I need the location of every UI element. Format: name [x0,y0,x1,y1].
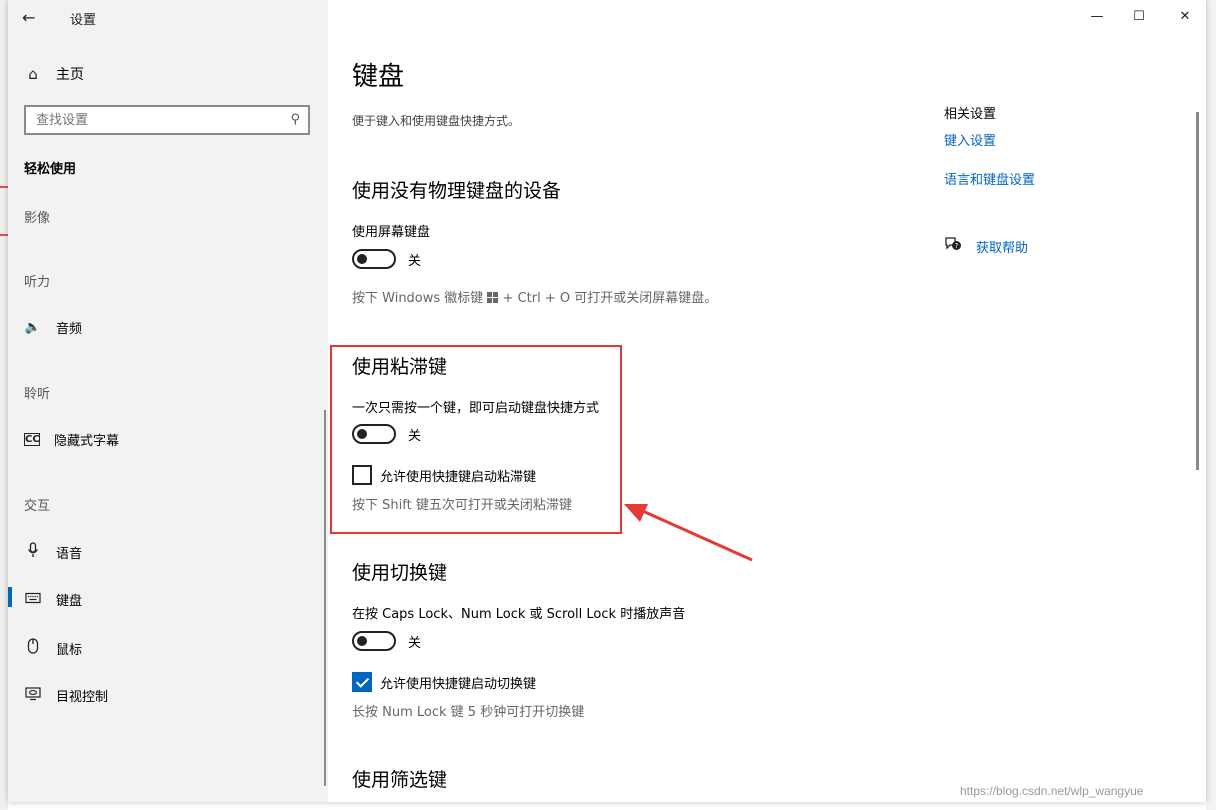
app-title: 设置 [70,13,97,28]
background-app-strip-right [1206,0,1216,810]
sidebar-item-mouse[interactable]: 鼠标 [24,638,82,658]
toggle-state: 关 [408,253,422,269]
get-help-link[interactable]: 获取帮助 [976,237,1028,256]
sticky-hint: 按下 Shift 键五次可打开或关闭粘滞键 [352,498,572,513]
closed-captions-icon: CC [24,433,40,446]
osk-toggle-row: 关 [352,249,421,269]
sidebar-item-label: 音频 [56,322,83,337]
sidebar-item-label: 键盘 [56,594,83,609]
osk-hint: 按下 Windows 徽标键 + Ctrl + O 可打开或关闭屏幕键盘。 [352,287,717,306]
toggle-knob [357,254,367,264]
sticky-shortcut-row: 允许使用快捷键启动粘滞键 [352,465,536,485]
help-chat-icon: ? [944,236,962,256]
related-title: 相关设置 [944,107,997,122]
togglekeys-heading: 使用切换键 [352,562,448,584]
search-input[interactable] [26,107,276,133]
page-description: 便于键入和使用键盘快捷方式。 [352,114,521,128]
home-icon: ⌂ [28,65,38,83]
togglekeys-shortcut-row: 允许使用快捷键启动切换键 [352,672,536,692]
checkbox-label: 允许使用快捷键启动切换键 [380,676,537,692]
group-label-vision: 影像 [24,211,51,226]
sticky-heading: 使用粘滞键 [352,356,448,378]
link-typing-settings[interactable]: 键入设置 [944,130,996,149]
toggle-state: 关 [408,428,422,444]
sticky-toggle[interactable] [352,424,396,444]
togglekeys-label: 在按 Caps Lock、Num Lock 或 Scroll Lock 时播放声… [352,607,686,622]
main-content: 键盘 便于键入和使用键盘快捷方式。 使用没有物理键盘的设备 使用屏幕键盘 关 按… [328,0,1206,802]
eye-control-icon [24,686,42,705]
toggle-knob [357,636,367,646]
togglekeys-hint: 长按 Num Lock 键 5 秒钟可打开切换键 [352,705,585,720]
filterkeys-heading: 使用筛选键 [352,769,448,791]
toggle-state: 关 [408,635,422,651]
sidebar-scrollbar[interactable] [324,410,326,786]
main-scrollbar[interactable] [1196,112,1199,470]
microphone-icon [24,542,42,562]
osk-label: 使用屏幕键盘 [352,225,431,240]
sidebar: ← 设置 ⌂ 主页 ⚲ 轻松使用 影像 听力 🔈 音频 聆听 CC 隐藏式字幕 … [8,0,328,802]
checkbox-label: 允许使用快捷键启动粘滞键 [380,469,537,485]
selected-indicator [8,587,12,607]
sidebar-item-keyboard[interactable]: 键盘 [24,590,82,609]
sidebar-item-label: 语音 [56,546,83,562]
speaker-icon: 🔈 [24,320,42,335]
search-icon[interactable]: ⚲ [290,112,300,127]
sidebar-item-label: 主页 [56,67,84,83]
group-label-listen: 聆听 [24,387,51,402]
sidebar-item-home[interactable]: ⌂ 主页 [24,64,84,84]
mouse-icon [24,638,42,658]
sidebar-item-captions[interactable]: CC 隐藏式字幕 [24,430,119,449]
link-language-keyboard-settings[interactable]: 语言和键盘设置 [944,169,1035,188]
togglekeys-toggle[interactable] [352,631,396,651]
settings-window: ← 设置 ⌂ 主页 ⚲ 轻松使用 影像 听力 🔈 音频 聆听 CC 隐藏式字幕 … [8,0,1206,802]
get-help-row[interactable]: ? 获取帮助 [944,236,1028,256]
search-box[interactable]: ⚲ [24,105,310,135]
toggle-knob [357,429,367,439]
svg-text:?: ? [955,242,959,250]
background-mark [0,186,8,188]
background-app-strip [0,0,8,810]
windows-logo-icon [487,291,499,306]
group-label-interaction: 交互 [24,499,51,514]
sidebar-item-label: 隐藏式字幕 [54,434,120,449]
back-arrow-icon: ← [22,8,36,27]
sidebar-item-label: 鼠标 [56,642,83,658]
sidebar-item-audio[interactable]: 🔈 音频 [24,318,82,337]
sidebar-item-label: 目视控制 [56,690,109,705]
back-button[interactable]: ← [22,8,44,28]
sticky-shortcut-checkbox[interactable] [352,465,372,485]
annotation-arrow [624,504,753,562]
sticky-label: 一次只需按一个键，即可启动键盘快捷方式 [352,401,600,416]
sidebar-item-speech[interactable]: 语音 [24,542,82,562]
osk-toggle[interactable] [352,249,396,269]
page-title: 键盘 [352,62,405,92]
togglekeys-toggle-row: 关 [352,631,421,651]
sidebar-section-title: 轻松使用 [24,162,77,177]
osk-heading: 使用没有物理键盘的设备 [352,180,562,202]
watermark: https://blog.csdn.net/wlp_wangyue [960,784,1144,798]
keyboard-icon [24,592,42,608]
background-mark [0,234,8,236]
group-label-hearing: 听力 [24,275,51,290]
togglekeys-shortcut-checkbox[interactable] [352,672,372,692]
sidebar-item-eye-control[interactable]: 目视控制 [24,686,108,705]
osk-hint-prefix: 按下 Windows 徽标键 [352,291,484,306]
osk-hint-suffix: + Ctrl + O 可打开或关闭屏幕键盘。 [502,291,718,306]
sticky-toggle-row: 关 [352,424,421,444]
